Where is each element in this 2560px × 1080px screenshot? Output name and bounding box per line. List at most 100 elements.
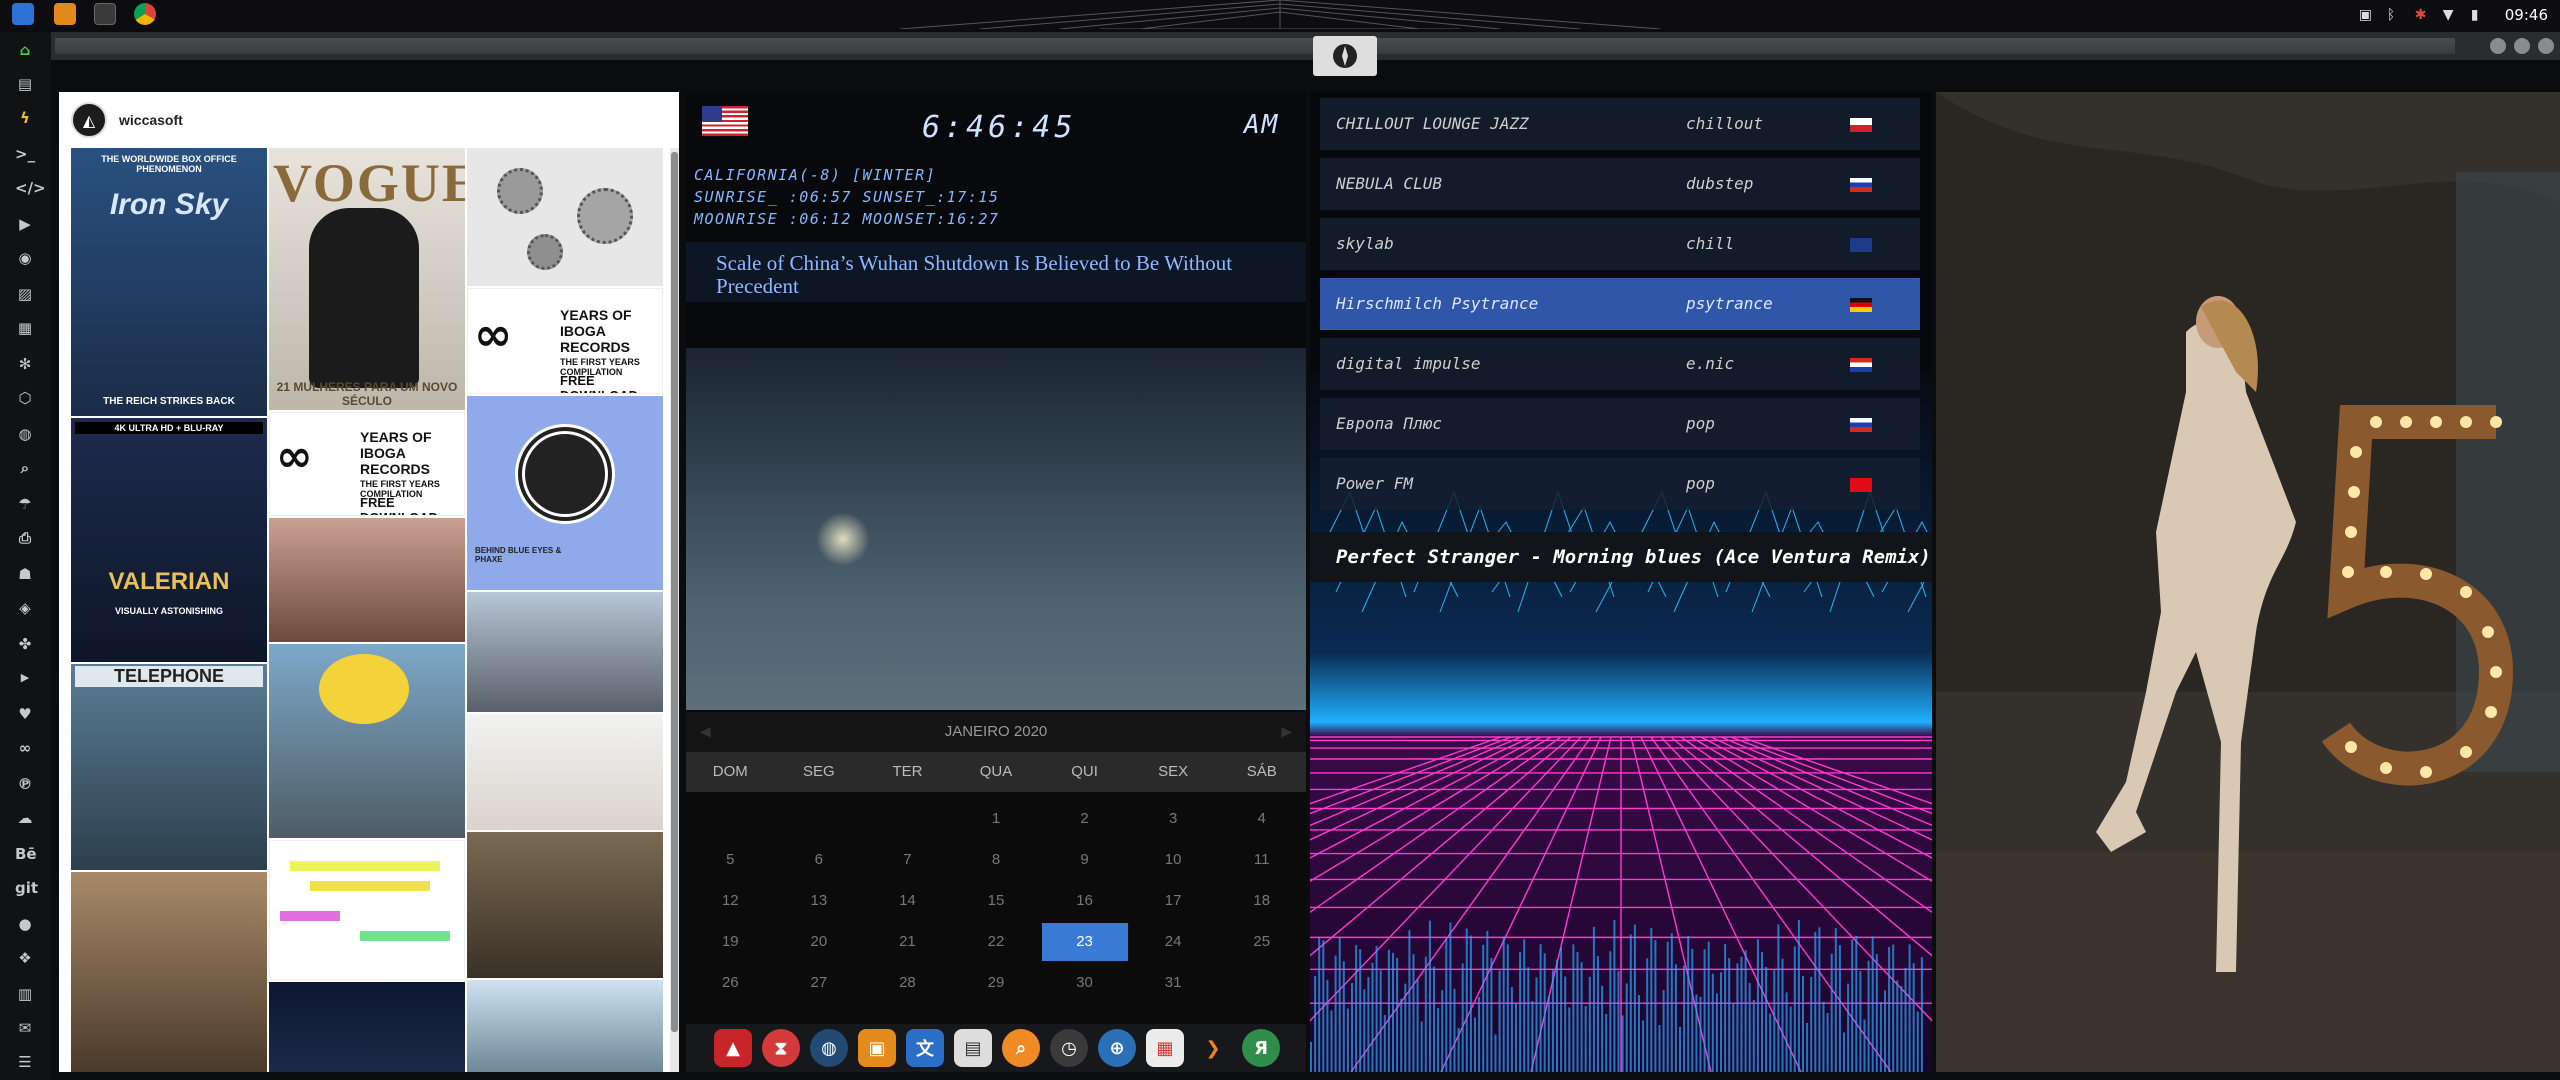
grid-tile-night-sky[interactable] (269, 982, 465, 1072)
cloud-icon[interactable]: ☁ (15, 808, 35, 828)
clock-icon[interactable]: ◷ (1050, 1029, 1088, 1067)
calendar-day[interactable]: 6 (776, 851, 862, 868)
grid-tile-portrait[interactable] (269, 518, 465, 642)
username[interactable]: wiccasoft (119, 112, 183, 128)
asterisk-icon[interactable]: ✻ (15, 354, 35, 374)
title-bar-strip[interactable] (55, 38, 2455, 54)
station-row[interactable]: digital impulse e.nic (1320, 338, 1920, 390)
tag-icon[interactable]: ◈ (15, 598, 35, 618)
hourglass-icon[interactable]: ⧗ (762, 1029, 800, 1067)
image-icon[interactable]: ▨ (15, 284, 35, 304)
pinterest-icon[interactable]: ℗ (15, 774, 35, 794)
calendar-day[interactable]: 27 (776, 974, 862, 991)
yandex-icon[interactable]: Я (1242, 1029, 1280, 1067)
calendar-icon[interactable]: ▦ (1146, 1029, 1184, 1067)
station-row[interactable]: CHILLOUT LOUNGE JAZZ chillout (1320, 98, 1920, 150)
grid-tile-iboga[interactable]: ∞ YEARS OF IBOGA RECORDS THE FIRST YEARS… (467, 288, 663, 394)
calendar-day[interactable]: 1 (953, 810, 1039, 827)
grid-tile-vogue[interactable]: VOGUE 21 MULHERES PARA UM NOVO SÉCULO (269, 148, 465, 410)
grid-tile-sunglasses[interactable] (467, 980, 663, 1072)
terminal-icon[interactable]: >_ (15, 144, 35, 164)
grid-tile-valerian[interactable]: 4K ULTRA HD + BLU-RAY VALERIAN VISUALLY … (71, 418, 267, 662)
calendar-day[interactable]: 26 (687, 974, 773, 991)
calendar-day[interactable]: 9 (1042, 851, 1128, 868)
calendar-day[interactable]: 4 (1219, 810, 1305, 827)
git-icon[interactable]: git (15, 878, 38, 898)
calendar-day[interactable]: 13 (776, 892, 862, 909)
now-playing-bar[interactable]: Perfect Stranger - Morning blues (Ace Ve… (1310, 532, 1932, 582)
files-icon[interactable] (12, 3, 34, 25)
calendar-day[interactable]: 20 (776, 933, 862, 950)
behance-icon[interactable]: Bē (15, 844, 37, 864)
calendar-day[interactable]: 3 (1130, 810, 1216, 827)
translate-icon[interactable]: 文 (906, 1029, 944, 1067)
battery-icon[interactable]: ▮ (2471, 8, 2487, 22)
station-row[interactable]: skylab chill (1320, 218, 1920, 270)
umbrella-icon[interactable]: ☂ (15, 494, 35, 514)
calendar-day[interactable]: 24 (1130, 933, 1216, 950)
search-icon[interactable]: ⌕ (15, 458, 35, 478)
headline-text[interactable]: Scale of China’s Wuhan Shutdown Is Belie… (716, 252, 1236, 298)
calendar-day[interactable]: 25 (1219, 933, 1305, 950)
globe-icon[interactable]: ⊕ (1098, 1029, 1136, 1067)
contact-icon[interactable]: ☗ (15, 564, 35, 584)
avatar[interactable]: ◭ (71, 102, 107, 138)
station-row[interactable]: Power FM pop (1320, 458, 1920, 510)
wifi-icon[interactable]: ▼ (2443, 8, 2459, 22)
calendar-day[interactable]: 5 (687, 851, 773, 868)
image-icon[interactable]: ▣ (2359, 8, 2375, 22)
grid-tile-scooter[interactable] (467, 832, 663, 978)
maximize-button[interactable] (2514, 38, 2530, 54)
calendar-day[interactable]: 30 (1042, 974, 1128, 991)
puzzle-icon[interactable]: ✤ (15, 634, 35, 654)
grid-tile-iboga-2[interactable]: ∞ YEARS OF IBOGA RECORDS THE FIRST YEARS… (269, 412, 465, 516)
arrow-icon[interactable]: ❯ (1194, 1029, 1232, 1067)
grid-tile-timeline[interactable] (269, 840, 465, 980)
calendar-day[interactable]: 15 (953, 892, 1039, 909)
globe-icon[interactable]: ◍ (15, 424, 35, 444)
calendar-day[interactable]: 28 (864, 974, 950, 991)
code-icon[interactable]: </> (15, 178, 46, 198)
photos-icon[interactable]: ▣ (858, 1029, 896, 1067)
grid-tile-lab[interactable] (467, 714, 663, 830)
bug-icon[interactable]: ✱ (2415, 8, 2431, 22)
document-icon[interactable]: ▤ (15, 74, 35, 94)
play-icon[interactable]: ▶ (15, 214, 35, 234)
calendar-day[interactable]: 31 (1130, 974, 1216, 991)
map-icon[interactable]: ▥ (15, 984, 35, 1004)
calendar-day[interactable]: 19 (687, 933, 773, 950)
grid-tile-meeting[interactable] (467, 592, 663, 712)
infinity-icon[interactable]: ∞ (15, 738, 35, 758)
bolt-icon[interactable]: ϟ (15, 108, 35, 128)
home-icon[interactable]: ⌂ (15, 40, 35, 60)
news-icon[interactable]: ▤ (954, 1029, 992, 1067)
camera-icon[interactable]: ◉ (15, 248, 35, 268)
calendar-day[interactable]: 12 (687, 892, 773, 909)
calendar-day[interactable]: 21 (864, 933, 950, 950)
calendar-day[interactable]: 22 (953, 933, 1039, 950)
calendar-day[interactable]: 17 (1130, 892, 1216, 909)
calendar-day[interactable]: 29 (953, 974, 1039, 991)
launcher-icon[interactable]: ▲ (714, 1029, 752, 1067)
grid-tile-telephone[interactable]: TELEPHONE (71, 664, 267, 870)
list-icon[interactable]: ☰ (15, 1052, 35, 1072)
calendar-day[interactable]: 11 (1219, 851, 1305, 868)
clock[interactable]: 09:46 (2505, 6, 2548, 24)
calendar-day[interactable]: 16 (1042, 892, 1128, 909)
grid-tile-motorcycle[interactable] (71, 872, 267, 1072)
calendar-day[interactable]: 10 (1130, 851, 1216, 868)
search-icon[interactable]: ⌕ (1002, 1029, 1040, 1067)
terminal-icon[interactable] (94, 3, 116, 25)
station-row[interactable]: Европа Плюс pop (1320, 398, 1920, 450)
earth-icon[interactable]: ◍ (810, 1029, 848, 1067)
chrome-icon[interactable] (134, 3, 156, 25)
calendar-day[interactable]: 14 (864, 892, 950, 909)
calendar-day-today[interactable]: 23 (1041, 923, 1128, 961)
sublime-icon[interactable] (54, 3, 76, 25)
heart-icon[interactable]: ♥ (15, 704, 35, 724)
close-button[interactable] (2538, 38, 2554, 54)
news-headline[interactable]: Scale of China’s Wuhan Shutdown Is Belie… (686, 242, 1306, 302)
grid-tile-iron-sky[interactable]: THE WORLDWIDE BOX OFFICE PHENOMENON Iron… (71, 148, 267, 416)
youtube-icon[interactable]: ▶ (15, 668, 35, 688)
mail-icon[interactable]: ✉ (15, 1018, 35, 1038)
